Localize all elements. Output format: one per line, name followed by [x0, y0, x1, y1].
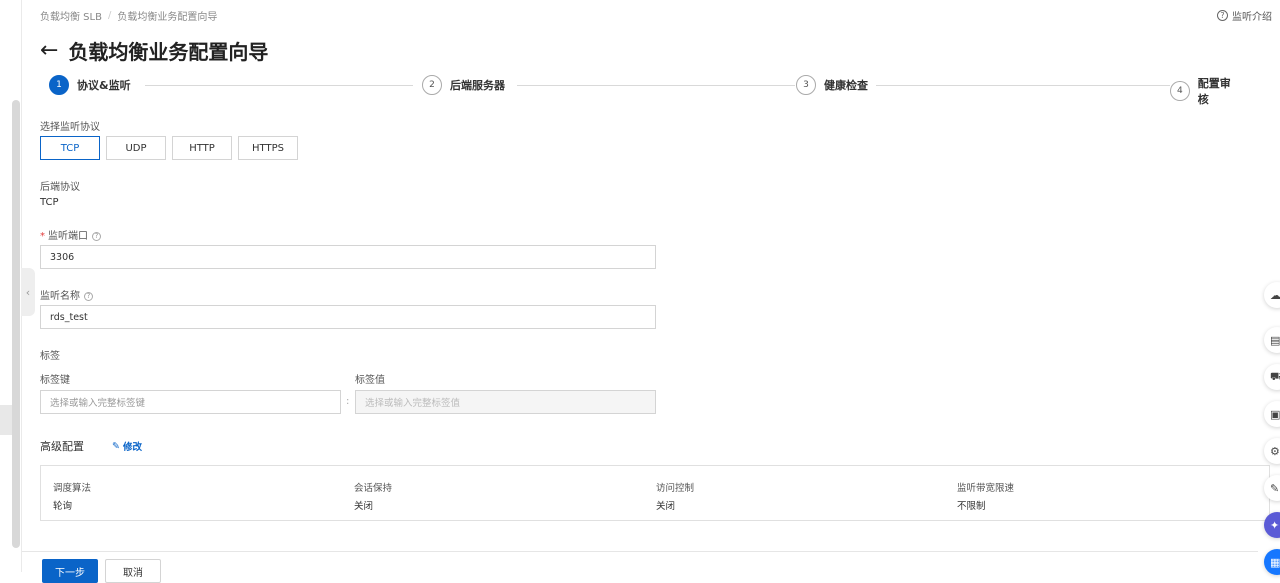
advanced-config-title: 高级配置 — [40, 440, 84, 453]
wizard-steps: 1 协议&监听 2 后端服务器 3 健康检查 4 配置审核 — [49, 75, 1249, 107]
settings-icon[interactable]: ⚙ — [1264, 438, 1280, 464]
edit-label: 修改 — [122, 442, 142, 453]
tags-label: 标签 — [40, 351, 60, 362]
step-label: 配置审核 — [1197, 77, 1231, 106]
adv-item-key: 访问控制 — [656, 483, 695, 494]
adv-item-value: 轮询 — [53, 501, 73, 512]
adv-item-value: 关闭 — [354, 501, 374, 512]
document-icon[interactable]: ▤ — [1264, 327, 1280, 353]
protocol-option-http[interactable]: HTTP — [172, 136, 232, 160]
step-health-check: 3 健康检查 — [796, 75, 876, 95]
step-connector — [145, 85, 413, 86]
step-connector — [517, 85, 795, 86]
step-number: 1 — [49, 75, 69, 95]
adv-item-bandwidth-limit: 监听带宽限速 不限制 — [957, 480, 1014, 512]
chevron-left-icon: ‹ — [25, 285, 31, 299]
tag-key-label: 标签键 — [40, 375, 70, 386]
listener-help-link[interactable]: ? 监听介绍 — [1217, 8, 1272, 23]
backend-protocol-value: TCP — [40, 197, 59, 208]
cancel-button[interactable]: 取消 — [105, 559, 161, 583]
cart-icon[interactable]: ⛟ — [1264, 364, 1280, 390]
breadcrumb-current: 负载均衡业务配置向导 — [117, 12, 218, 23]
listen-port-label: 监听端口 — [48, 231, 88, 242]
step-number: 4 — [1170, 81, 1190, 101]
question-circle-icon: ? — [1217, 10, 1228, 21]
advanced-config-panel: 调度算法 轮询 会话保持 关闭 访问控制 关闭 监听带宽限速 不限制 — [40, 465, 1270, 521]
page-title: 负载均衡业务配置向导 — [68, 40, 269, 64]
step-config-review: 4 配置审核 — [1170, 75, 1249, 107]
listen-name-label-row: 监听名称? — [40, 287, 93, 302]
step-backend-servers: 2 后端服务器 — [422, 75, 513, 95]
protocol-selector: TCP UDP HTTP HTTPS — [40, 136, 298, 160]
adv-item-scheduling: 调度算法 轮询 — [53, 480, 91, 512]
step-label: 后端服务器 — [450, 79, 505, 92]
tag-key-input[interactable]: 选择或输入完整标签键 — [40, 390, 341, 414]
left-nav-highlight — [0, 405, 12, 435]
listen-port-label-row: * 监听端口? — [40, 227, 101, 242]
step-number: 3 — [796, 75, 816, 95]
tag-separator: : — [346, 396, 350, 407]
tag-value-label: 标签值 — [355, 375, 385, 386]
protocol-label: 选择监听协议 — [40, 122, 100, 133]
listen-name-label: 监听名称 — [40, 291, 80, 302]
help-link-label: 监听介绍 — [1232, 12, 1272, 23]
protocol-option-udp[interactable]: UDP — [106, 136, 166, 160]
adv-item-key: 调度算法 — [53, 483, 92, 494]
back-arrow-icon[interactable]: ← — [40, 39, 58, 62]
adv-item-key: 会话保持 — [354, 483, 393, 494]
adv-item-value: 关闭 — [656, 501, 676, 512]
advanced-edit-link[interactable]: ✎ 修改 — [112, 439, 142, 454]
breadcrumb-root-link[interactable]: 负载均衡 SLB — [40, 8, 102, 23]
step-protocol-listener: 1 协议&监听 — [49, 75, 139, 95]
ai-assistant-icon[interactable]: ✦ — [1264, 512, 1280, 538]
apps-icon[interactable]: ▦ — [1264, 549, 1280, 575]
adv-item-key: 监听带宽限速 — [957, 483, 1015, 494]
breadcrumb: 负载均衡 SLB / 负载均衡业务配置向导 — [40, 8, 217, 23]
question-circle-icon[interactable]: ? — [92, 231, 101, 241]
required-marker: * — [40, 231, 45, 242]
backend-protocol-label: 后端协议 — [40, 182, 80, 193]
question-circle-icon[interactable]: ? — [84, 291, 93, 301]
adv-item-access-control: 访问控制 关闭 — [656, 480, 694, 512]
sidebar-collapse-toggle[interactable]: ‹ — [21, 268, 35, 316]
step-number: 2 — [422, 75, 442, 95]
tag-value-input[interactable]: 选择或输入完整标签值 — [355, 390, 656, 414]
left-scrollbar[interactable] — [12, 100, 20, 548]
footer-bar — [22, 551, 1258, 572]
cloud-icon[interactable]: ☁ — [1264, 282, 1280, 308]
step-label: 协议&监听 — [77, 79, 131, 92]
protocol-option-https[interactable]: HTTPS — [238, 136, 298, 160]
step-label: 健康检查 — [824, 79, 868, 92]
protocol-option-tcp[interactable]: TCP — [40, 136, 100, 160]
step-connector — [875, 85, 1171, 86]
monitor-icon[interactable]: ▣ — [1264, 401, 1280, 427]
next-button[interactable]: 下一步 — [42, 559, 98, 583]
adv-item-session-persistence: 会话保持 关闭 — [354, 480, 392, 512]
listen-port-input[interactable]: 3306 — [40, 245, 656, 269]
adv-item-value: 不限制 — [957, 501, 986, 512]
listen-name-input[interactable]: rds_test — [40, 305, 656, 329]
page-header: ← 负载均衡业务配置向导 — [40, 36, 268, 65]
breadcrumb-separator: / — [107, 10, 112, 21]
pencil-icon: ✎ — [112, 440, 120, 452]
